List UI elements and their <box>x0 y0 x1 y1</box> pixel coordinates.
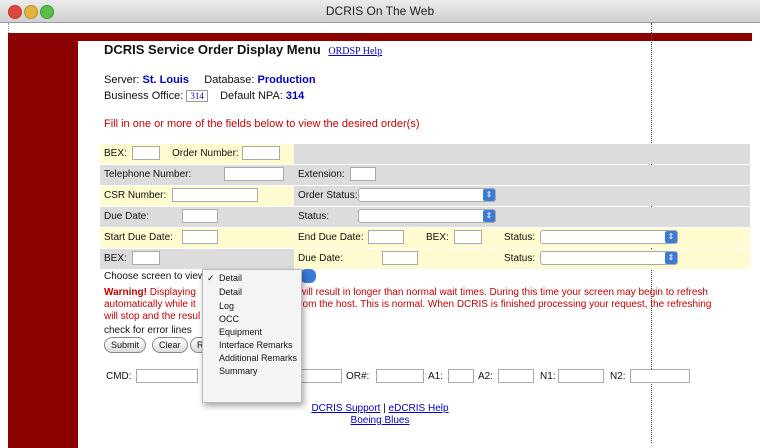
screen-option[interactable]: Detail <box>219 273 242 283</box>
updown-arrows-icon: ⇕ <box>483 189 495 201</box>
screen-option[interactable]: OCC <box>219 314 239 324</box>
bex-input-3[interactable] <box>132 251 160 265</box>
bex-label: BEX: <box>104 148 127 159</box>
status-label-2: Status: <box>504 232 536 243</box>
end-due-date-input[interactable] <box>368 230 404 244</box>
window-titlebar: DCRIS On The Web <box>0 0 760 23</box>
screen-option[interactable]: Log <box>219 301 234 311</box>
start-due-date-label: Start Due Date: <box>104 232 173 243</box>
updown-arrows-icon: ⇕ <box>665 231 677 243</box>
status-label-3: Status: <box>504 253 536 264</box>
clear-button[interactable]: Clear <box>152 337 188 353</box>
default-npa-value: 314 <box>285 90 305 102</box>
edcris-help-link[interactable]: eDCRIS Help <box>389 403 449 414</box>
database-value: Production <box>257 74 316 86</box>
bex-label-2: BEX: <box>426 232 449 243</box>
check-error-lines-label: check for error lines <box>104 325 192 336</box>
due-date-label: Due Date: <box>104 211 150 222</box>
a1-label: A1: <box>428 371 444 382</box>
updown-arrows-icon: ⇕ <box>665 252 677 264</box>
status-select[interactable]: ⇕ <box>358 209 496 223</box>
warning-bold: Warning! <box>104 287 147 298</box>
warning-line1-b: teria will result in longer than normal … <box>276 287 708 298</box>
bex-input-2[interactable] <box>454 230 482 244</box>
csr-label: CSR Number: <box>104 190 167 201</box>
n2-input[interactable] <box>630 369 690 383</box>
a2-input[interactable] <box>498 369 534 383</box>
screen-option[interactable]: Interface Remarks <box>219 340 293 350</box>
form-row-1: BEX: Order Number: <box>100 144 750 164</box>
business-office-value: 314 <box>186 90 208 103</box>
form-row-6: BEX: Due Date: Status: ⇕ <box>100 249 750 269</box>
extension-label: Extension: <box>298 169 345 180</box>
telephone-label: Telephone Number: <box>104 169 192 180</box>
screen-option[interactable]: Additional Remarks <box>219 353 297 363</box>
bex-label-3: BEX: <box>104 253 127 264</box>
due-date-input-2[interactable] <box>382 251 418 265</box>
order-number-label: Order Number: <box>172 148 239 159</box>
status-select-2[interactable]: ⇕ <box>540 230 678 244</box>
form-row-3: CSR Number: Order Status: ⇕ <box>100 186 750 206</box>
database-label: Database: <box>204 74 255 86</box>
office-info: Business Office: 314 Default NPA: 314 <box>104 90 305 103</box>
footer-links-2: Boeing Blues <box>0 415 760 426</box>
order-status-label: Order Status: <box>298 190 358 201</box>
or-input[interactable] <box>376 369 424 383</box>
warning-line3: will stop and the resul <box>104 311 201 322</box>
server-value: St. Louis <box>142 74 189 86</box>
form-row-4: Due Date: Status: ⇕ <box>100 207 750 227</box>
n2-label: N2: <box>610 371 626 382</box>
bex-input[interactable] <box>132 146 160 160</box>
cmd-input[interactable] <box>136 369 198 383</box>
form-row-2: Telephone Number: Extension: <box>100 165 750 185</box>
or-label: OR#: <box>346 371 370 382</box>
footer-links: DCRIS Support | eDCRIS Help <box>0 403 760 414</box>
warning-line1-a: Displaying <box>149 287 196 298</box>
submit-button[interactable]: Submit <box>104 337 147 353</box>
footer-separator: | <box>383 403 386 414</box>
order-status-select[interactable]: ⇕ <box>358 188 496 202</box>
warning-line2-a: automatically while it <box>104 299 196 310</box>
screen-select-arrow[interactable] <box>300 269 316 283</box>
page-title: DCRIS Service Order Display Menu ORDSP H… <box>104 42 382 57</box>
telephone-input[interactable] <box>224 167 284 181</box>
boeing-blues-link[interactable]: Boeing Blues <box>351 415 410 426</box>
choose-screen-label: Choose screen to view <box>104 271 206 282</box>
a2-label: A2: <box>478 371 494 382</box>
status-select-3[interactable]: ⇕ <box>540 251 678 265</box>
due-date-input[interactable] <box>182 209 218 223</box>
status-label: Status: <box>298 211 330 222</box>
screen-dropdown-menu: ✓ Detail Detail Log OCC Equipment Interf… <box>202 269 302 403</box>
form-row-5: Start Due Date: End Due Date: BEX: Statu… <box>100 228 750 248</box>
left-brand-bar <box>8 33 78 448</box>
n1-label: N1: <box>540 371 556 382</box>
instructions: Fill in one or more of the fields below … <box>104 118 420 130</box>
end-due-date-label: End Due Date: <box>298 232 364 243</box>
business-office-label: Business Office: <box>104 90 184 102</box>
ordsp-help-link[interactable]: ORDSP Help <box>328 46 382 57</box>
updown-arrows-icon: ⇕ <box>483 210 495 222</box>
screen-option[interactable]: Summary <box>219 366 258 376</box>
server-info: Server: St. Louis Database: Production <box>104 74 316 86</box>
due-date-label-2: Due Date: <box>298 253 344 264</box>
warning-line2-b: ed from the host. This is normal. When D… <box>282 299 712 310</box>
extension-input[interactable] <box>350 167 376 181</box>
page-content: DCRIS Service Order Display Menu ORDSP H… <box>0 23 760 448</box>
checkmark-icon: ✓ <box>207 273 215 283</box>
command-row: CMD: OR#: A1: A2: N1: N2: <box>100 367 750 387</box>
order-number-input[interactable] <box>242 146 280 160</box>
default-npa-label: Default NPA: <box>220 90 283 102</box>
dcris-support-link[interactable]: DCRIS Support <box>311 403 380 414</box>
csr-input[interactable] <box>172 188 258 202</box>
top-brand-bar <box>8 33 752 41</box>
window-title: DCRIS On The Web <box>325 4 435 18</box>
a1-input[interactable] <box>448 369 474 383</box>
screen-option[interactable]: Equipment <box>219 327 262 337</box>
screen-option[interactable]: Detail <box>219 287 242 297</box>
n1-input[interactable] <box>558 369 604 383</box>
server-label: Server: <box>104 74 140 86</box>
page-title-text: DCRIS Service Order Display Menu <box>104 42 321 57</box>
cmd-label: CMD: <box>106 371 132 382</box>
start-due-date-input[interactable] <box>182 230 218 244</box>
